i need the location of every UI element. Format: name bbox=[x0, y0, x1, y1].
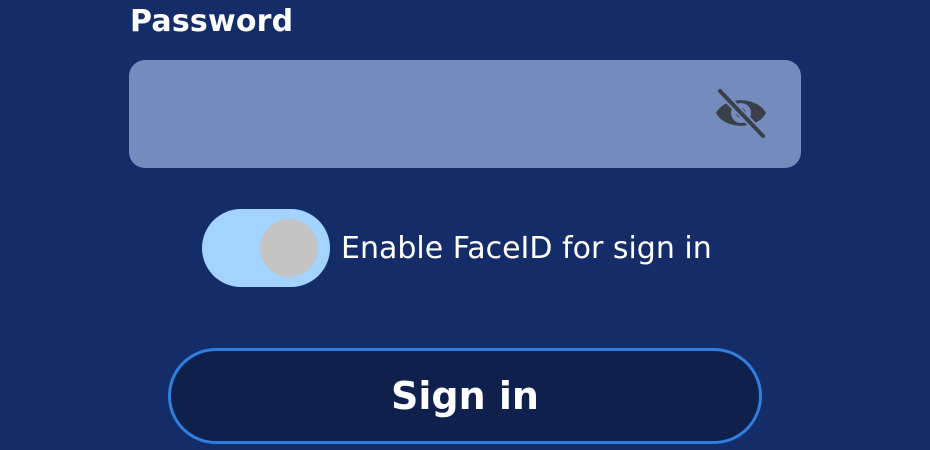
password-input[interactable] bbox=[129, 60, 801, 168]
faceid-row: Enable FaceID for sign in bbox=[202, 209, 712, 287]
password-field-container bbox=[129, 60, 801, 168]
eye-off-icon[interactable] bbox=[713, 87, 769, 141]
faceid-toggle[interactable] bbox=[202, 209, 330, 287]
sign-in-button[interactable]: Sign in bbox=[168, 348, 762, 444]
toggle-knob bbox=[260, 219, 318, 277]
faceid-label: Enable FaceID for sign in bbox=[341, 230, 712, 266]
password-label: Password bbox=[130, 4, 294, 39]
